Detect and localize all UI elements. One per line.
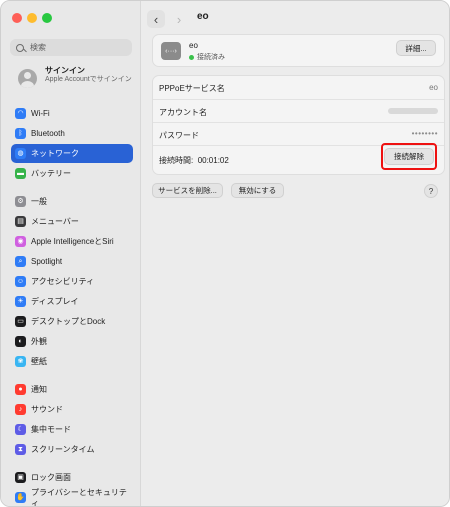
- wifi-icon: ◠: [15, 108, 26, 119]
- minimize-window-button[interactable]: [27, 13, 37, 23]
- status-dot-icon: [189, 54, 194, 60]
- sidebar-item-label: ロック画面: [31, 473, 71, 482]
- lock-icon: ▣: [15, 472, 26, 483]
- hourglass-icon: ⧗: [15, 444, 26, 455]
- status-text: 接続済み: [197, 54, 225, 61]
- sidebar-item[interactable]: ☾ 集中モード: [11, 420, 133, 439]
- menubar-icon: ▤: [15, 216, 26, 227]
- globe-icon: ◍: [15, 148, 26, 159]
- sidebar-item-label: 壁紙: [31, 357, 47, 366]
- sidebar-item-label: メニューバー: [31, 217, 79, 226]
- sidebar-item-label: スクリーンタイム: [31, 445, 95, 454]
- gear-icon: ⚙: [15, 196, 26, 207]
- sidebar-item[interactable]: ◐ 外観: [11, 332, 133, 351]
- sidebar-item[interactable]: ☺ アクセシビリティ: [11, 272, 133, 291]
- network-service-icon: ‹···›: [161, 42, 181, 60]
- chevron-left-icon: ‹: [153, 11, 159, 27]
- service-name-row: PPPoEサービス名 eo: [153, 76, 444, 99]
- sidebar-item-label: バッテリー: [31, 169, 71, 178]
- sidebar-item[interactable]: ⚙ 一般: [11, 192, 133, 211]
- service-name: eo: [189, 41, 198, 50]
- wallpaper-icon: ❀: [15, 356, 26, 367]
- connect-time-label: 接続時間: 00:01:02: [159, 156, 229, 165]
- password-label: パスワード: [159, 131, 199, 140]
- account-row: アカウント名: [153, 99, 444, 123]
- sidebar-item[interactable]: ◉ Apple IntelligenceとSiri: [11, 232, 133, 251]
- sidebar-item-label: サウンド: [31, 405, 63, 414]
- account-label: アカウント名: [159, 108, 207, 117]
- back-button[interactable]: ‹: [147, 10, 165, 28]
- sidebar-item-label: デスクトップとDock: [31, 317, 106, 326]
- sidebar-item[interactable]: ❀ 壁紙: [11, 352, 133, 371]
- spotlight-icon: ⌕: [15, 256, 26, 267]
- details-button[interactable]: 詳細...: [396, 40, 436, 56]
- speaker-icon: ♪: [15, 404, 26, 415]
- sidebar-item-label: 一般: [31, 197, 47, 206]
- main-pane: ‹ › eo ‹···› eo 接続済み 詳細... PPPoEサービス名 eo…: [141, 1, 449, 506]
- accessibility-icon: ☺: [15, 276, 26, 287]
- avatar: [18, 69, 37, 88]
- sidebar-item-label: アクセシビリティ: [31, 277, 95, 286]
- service-status: 接続済み: [189, 52, 225, 62]
- siri-icon: ◉: [15, 236, 26, 247]
- sidebar-item-label: Apple IntelligenceとSiri: [31, 237, 114, 246]
- account-signin[interactable]: サインイン Apple Accountでサインイン: [14, 65, 134, 97]
- page-title: eo: [197, 11, 209, 22]
- search-placeholder: 検索: [30, 43, 46, 52]
- sidebar-item[interactable]: ✋ プライバシーとセキュリティ: [11, 487, 133, 507]
- forward-button[interactable]: ›: [170, 10, 188, 28]
- delete-service-button[interactable]: サービスを削除...: [152, 183, 223, 198]
- moon-icon: ☾: [15, 424, 26, 435]
- search-input[interactable]: 検索: [10, 39, 132, 56]
- hand-icon: ✋: [15, 492, 26, 503]
- sidebar-item[interactable]: ▬ バッテリー: [11, 164, 133, 183]
- sidebar-item-label: 集中モード: [31, 425, 71, 434]
- account-value-redacted[interactable]: [388, 108, 438, 114]
- sidebar: 検索 サインイン Apple Accountでサインイン ◠ Wi-Fi ᛒ Blue…: [1, 1, 141, 506]
- search-icon: [16, 43, 24, 52]
- sidebar-item-label: 外観: [31, 337, 47, 346]
- sidebar-item[interactable]: ⌕ Spotlight: [11, 252, 133, 271]
- sidebar-item-label: Wi-Fi: [31, 109, 50, 118]
- sidebar-item[interactable]: ᛒ Bluetooth: [11, 124, 133, 143]
- sidebar-item[interactable]: ◍ ネットワーク: [11, 144, 133, 163]
- dock-icon: ▭: [15, 316, 26, 327]
- help-button[interactable]: ?: [424, 184, 438, 198]
- sidebar-item-label: プライバシーとセキュリティ: [31, 487, 127, 507]
- sidebar-item[interactable]: ☀ ディスプレイ: [11, 292, 133, 311]
- bell-icon: ●: [15, 384, 26, 395]
- disconnect-highlight-box: [381, 143, 437, 170]
- sidebar-item-label: ディスプレイ: [31, 297, 79, 306]
- sidebar-item[interactable]: ♪ サウンド: [11, 400, 133, 419]
- account-subtitle: Apple Accountでサインイン: [45, 76, 132, 83]
- sidebar-item[interactable]: ▤ メニューバー: [11, 212, 133, 231]
- disable-button[interactable]: 無効にする: [231, 183, 284, 198]
- sidebar-item-label: ネットワーク: [31, 149, 79, 158]
- battery-icon: ▬: [15, 168, 26, 179]
- password-value[interactable]: ••••••••: [412, 129, 438, 138]
- sidebar-item[interactable]: ● 通知: [11, 380, 133, 399]
- sidebar-item[interactable]: ▭ デスクトップとDock: [11, 312, 133, 331]
- chevron-right-icon: ›: [176, 11, 182, 27]
- service-card: ‹···› eo 接続済み 詳細...: [152, 34, 445, 67]
- service-name-label: PPPoEサービス名: [159, 84, 225, 93]
- bluetooth-icon: ᛒ: [15, 128, 26, 139]
- sidebar-item-label: Bluetooth: [31, 129, 65, 138]
- close-window-button[interactable]: [12, 13, 22, 23]
- sidebar-item[interactable]: ▣ ロック画面: [11, 468, 133, 487]
- service-name-value[interactable]: eo: [429, 83, 438, 92]
- sidebar-item[interactable]: ◠ Wi-Fi: [11, 104, 133, 123]
- sidebar-item[interactable]: ⧗ スクリーンタイム: [11, 440, 133, 459]
- display-icon: ☀: [15, 296, 26, 307]
- zoom-window-button[interactable]: [42, 13, 52, 23]
- appearance-icon: ◐: [15, 336, 26, 347]
- settings-window: 検索 サインイン Apple Accountでサインイン ◠ Wi-Fi ᛒ Blue…: [0, 0, 450, 507]
- sidebar-item-label: Spotlight: [31, 257, 63, 266]
- sidebar-item-label: 通知: [31, 385, 47, 394]
